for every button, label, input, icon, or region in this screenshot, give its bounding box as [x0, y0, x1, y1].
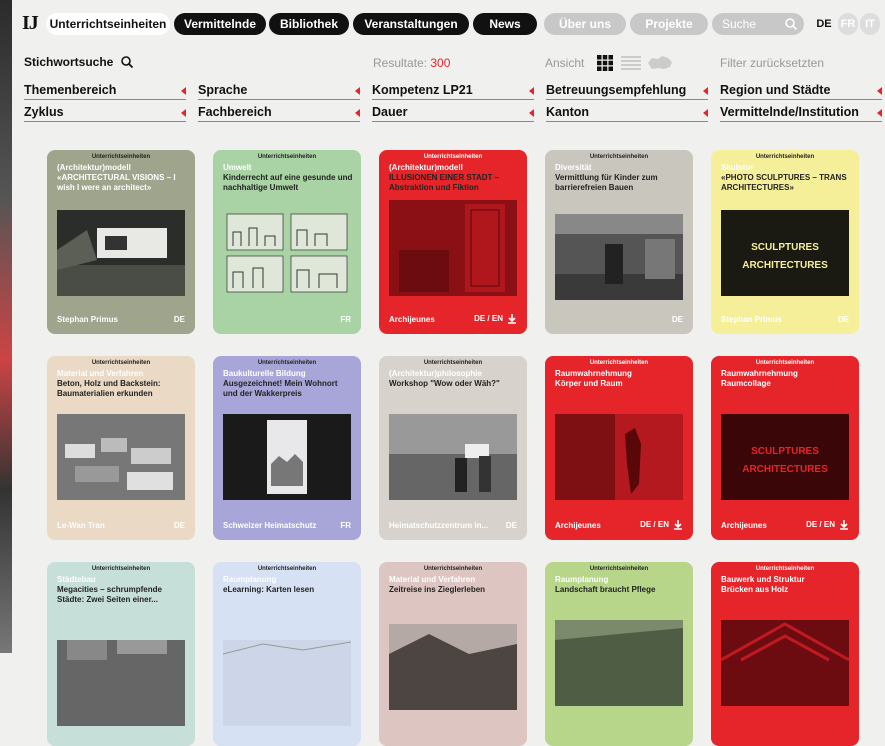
tab-unterrichtseinheiten[interactable]: Unterrichtseinheiten: [46, 13, 170, 35]
chevron-left-icon: [181, 109, 186, 117]
card-photo-sculptures[interactable]: Unterrichtseinheiten Skulptur «PHOTO SCU…: [711, 150, 859, 334]
download-icon[interactable]: [673, 520, 683, 530]
search-icon[interactable]: [120, 55, 134, 69]
card-image: SCULPTURES ARCHITECTURES: [721, 414, 849, 500]
card-image: [389, 414, 517, 500]
nav-ueber-uns[interactable]: Über uns: [544, 13, 626, 35]
filter-kompetenz[interactable]: Kompetenz LP21: [372, 80, 534, 100]
card-image: [389, 200, 517, 296]
lang-de[interactable]: DE: [814, 13, 834, 35]
card-image: [57, 210, 185, 296]
filter-kanton[interactable]: Kanton: [546, 102, 708, 122]
svg-text:SCULPTURES: SCULPTURES: [751, 242, 819, 253]
chevron-left-icon: [877, 109, 882, 117]
svg-text:ARCHITECTURES: ARCHITECTURES: [742, 464, 828, 475]
results-count: Resultate: 300: [373, 56, 451, 70]
card-koerper-und-raum[interactable]: Unterrichtseinheiten Raumwahrnehmung Kör…: [545, 356, 693, 540]
svg-text:SCULPTURES: SCULPTURES: [751, 446, 819, 457]
card-architectural-visions[interactable]: Unterrichtseinheiten (Architektur)modell…: [47, 150, 195, 334]
list-view-icon[interactable]: [620, 54, 642, 72]
card-ziegler[interactable]: Unterrichtseinheiten Material und Verfah…: [379, 562, 527, 746]
filter-vermittelnde[interactable]: Vermittelnde/Institution: [720, 102, 882, 122]
background-photo-strip: [0, 0, 12, 653]
chevron-left-icon: [355, 109, 360, 117]
chevron-left-icon: [703, 87, 708, 95]
chevron-left-icon: [355, 87, 360, 95]
chevron-left-icon: [529, 87, 534, 95]
tab-veranstaltungen[interactable]: Veranstaltungen: [353, 13, 469, 35]
logo[interactable]: IJ: [22, 12, 39, 35]
card-landschaft[interactable]: Unterrichtseinheiten Raumplanung Landsch…: [545, 562, 693, 746]
map-view-icon[interactable]: [646, 54, 674, 72]
card-grid: Unterrichtseinheiten (Architektur)modell…: [12, 150, 885, 746]
filter-dauer[interactable]: Dauer: [372, 102, 534, 122]
search-icon[interactable]: [784, 17, 798, 31]
card-image: [555, 414, 683, 500]
filter-sprache[interactable]: Sprache: [198, 80, 360, 100]
view-label: Ansicht: [545, 56, 585, 70]
tab-vermittelnde[interactable]: Vermittelnde: [174, 13, 266, 35]
app-window: IJ Unterrichtseinheiten Vermittelnde Bib…: [12, 0, 885, 746]
card-raumcollage[interactable]: Unterrichtseinheiten Raumwahrnehmung Rau…: [711, 356, 859, 540]
card-kinderrecht[interactable]: Unterrichtseinheiten Umwelt Kinderrecht …: [213, 150, 361, 334]
card-illusionen-einer-stadt[interactable]: Unterrichtseinheiten (Architektur)modell…: [379, 150, 527, 334]
search-input[interactable]: [722, 13, 782, 35]
card-image: [223, 210, 351, 296]
top-navigation: IJ Unterrichtseinheiten Vermittelnde Bib…: [12, 0, 885, 46]
keyword-search-label[interactable]: Stichwortsuche: [24, 55, 113, 69]
card-barrierefreies-bauen[interactable]: Unterrichtseinheiten Diversität Vermittl…: [545, 150, 693, 334]
grid-view-icon[interactable]: [596, 54, 614, 72]
tab-news[interactable]: News: [473, 13, 537, 35]
chevron-left-icon: [181, 87, 186, 95]
filter-zyklus[interactable]: Zyklus: [24, 102, 186, 122]
toolbar: Stichwortsuche Resultate: 300 Ansicht Fi…: [12, 52, 885, 74]
reset-filters-link[interactable]: Filter zurücksetzten: [720, 56, 824, 70]
tab-bibliothek[interactable]: Bibliothek: [269, 13, 349, 35]
filter-region[interactable]: Region und Städte: [720, 80, 882, 100]
svg-text:ARCHITECTURES: ARCHITECTURES: [742, 260, 828, 271]
lang-fr[interactable]: FR: [838, 13, 858, 35]
card-wow-oder-waeh[interactable]: Unterrichtseinheiten (Architektur)philos…: [379, 356, 527, 540]
lang-it[interactable]: IT: [860, 13, 880, 35]
filter-fachbereich[interactable]: Fachbereich: [198, 102, 360, 122]
card-bruecken-aus-holz[interactable]: Unterrichtseinheiten Bauwerk und Struktu…: [711, 562, 859, 746]
card-megacities[interactable]: Unterrichtseinheiten Städtebau Megacitie…: [47, 562, 195, 746]
card-image: SCULPTURES ARCHITECTURES: [721, 210, 849, 296]
card-image: [223, 414, 351, 500]
chevron-left-icon: [529, 109, 534, 117]
filter-themenbereich[interactable]: Themenbereich: [24, 80, 186, 100]
chevron-left-icon: [703, 109, 708, 117]
card-image: [721, 620, 849, 706]
chevron-left-icon: [877, 87, 882, 95]
filter-betreuungsempfehlung[interactable]: Betreuungsempfehlung: [546, 80, 708, 100]
card-image: [555, 214, 683, 300]
card-karten-lesen[interactable]: Unterrichtseinheiten Raumplanung eLearni…: [213, 562, 361, 746]
card-image: [555, 620, 683, 706]
search-box: [712, 13, 804, 35]
card-baumaterialien[interactable]: Unterrichtseinheiten Material und Verfah…: [47, 356, 195, 540]
nav-projekte[interactable]: Projekte: [630, 13, 708, 35]
card-wakkerpreis[interactable]: Unterrichtseinheiten Baukulturelle Bildu…: [213, 356, 361, 540]
card-image: [57, 414, 185, 500]
download-icon[interactable]: [839, 520, 849, 530]
card-image: [389, 624, 517, 710]
download-icon[interactable]: [507, 314, 517, 324]
